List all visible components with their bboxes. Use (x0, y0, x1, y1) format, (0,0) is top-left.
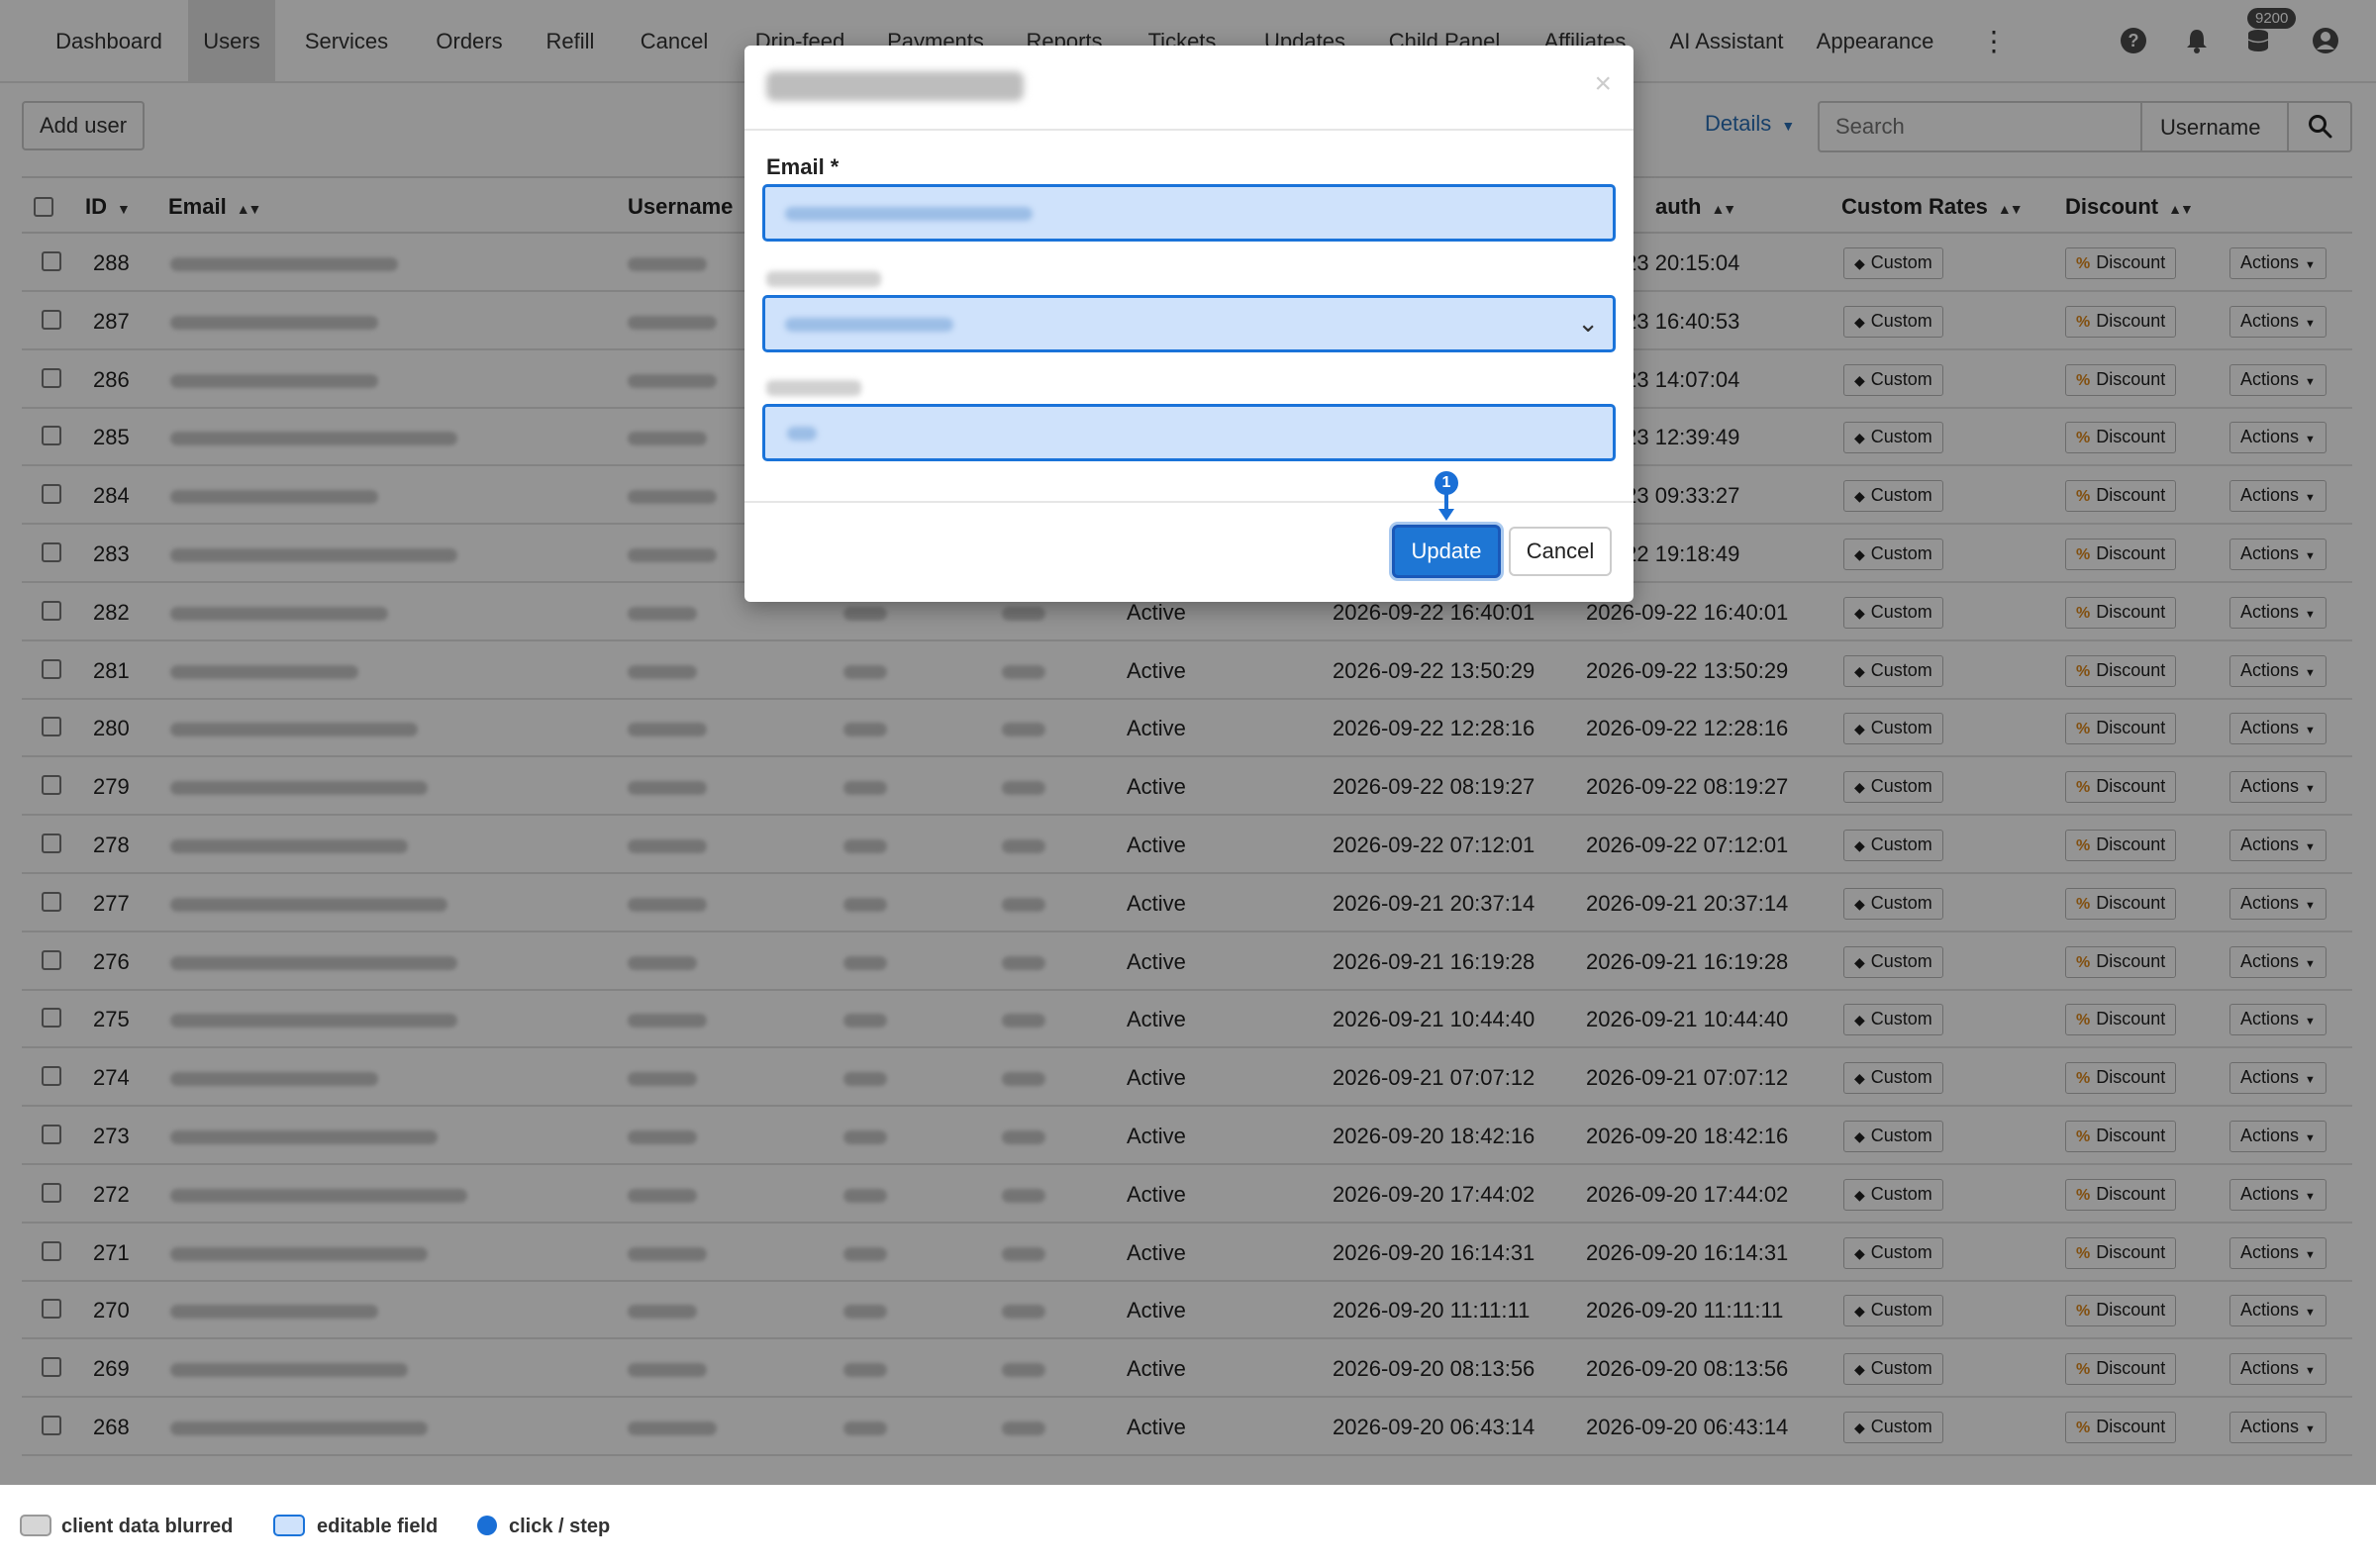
step-marker: 1 (1435, 471, 1458, 495)
legend-editable-label: editable field (317, 1516, 439, 1537)
legend-blurred-label: client data blurred (61, 1516, 234, 1537)
step-arrow-head (1438, 509, 1454, 521)
status-label-blurred (766, 271, 881, 287)
legend-swatch-editable (273, 1515, 305, 1536)
legend-swatch-blurred (20, 1515, 51, 1536)
status-select[interactable]: ⌄ (762, 295, 1616, 352)
legend-step-label: click / step (509, 1516, 611, 1537)
status-value-blurred (785, 318, 953, 332)
modal-footer-divider (744, 501, 1634, 503)
modal-title-blurred (766, 71, 1024, 101)
edit-user-modal: × Email * ⌄ 1 Update Cancel (744, 46, 1634, 602)
email-value-blurred (785, 207, 1033, 221)
annotation-legend: client data blurred editable field click… (0, 1485, 2376, 1568)
chevron-down-icon: ⌄ (1577, 308, 1599, 338)
email-label: Email * (766, 154, 840, 179)
close-icon[interactable]: × (1594, 67, 1612, 101)
email-field[interactable] (762, 184, 1616, 242)
modal-header-divider (744, 129, 1634, 131)
cancel-button[interactable]: Cancel (1509, 527, 1612, 576)
third-field-input[interactable] (762, 404, 1616, 461)
legend-swatch-step (477, 1516, 497, 1535)
update-button[interactable]: Update (1392, 525, 1501, 578)
third-field-label-blurred (766, 380, 861, 396)
third-field-value-blurred (787, 427, 817, 441)
